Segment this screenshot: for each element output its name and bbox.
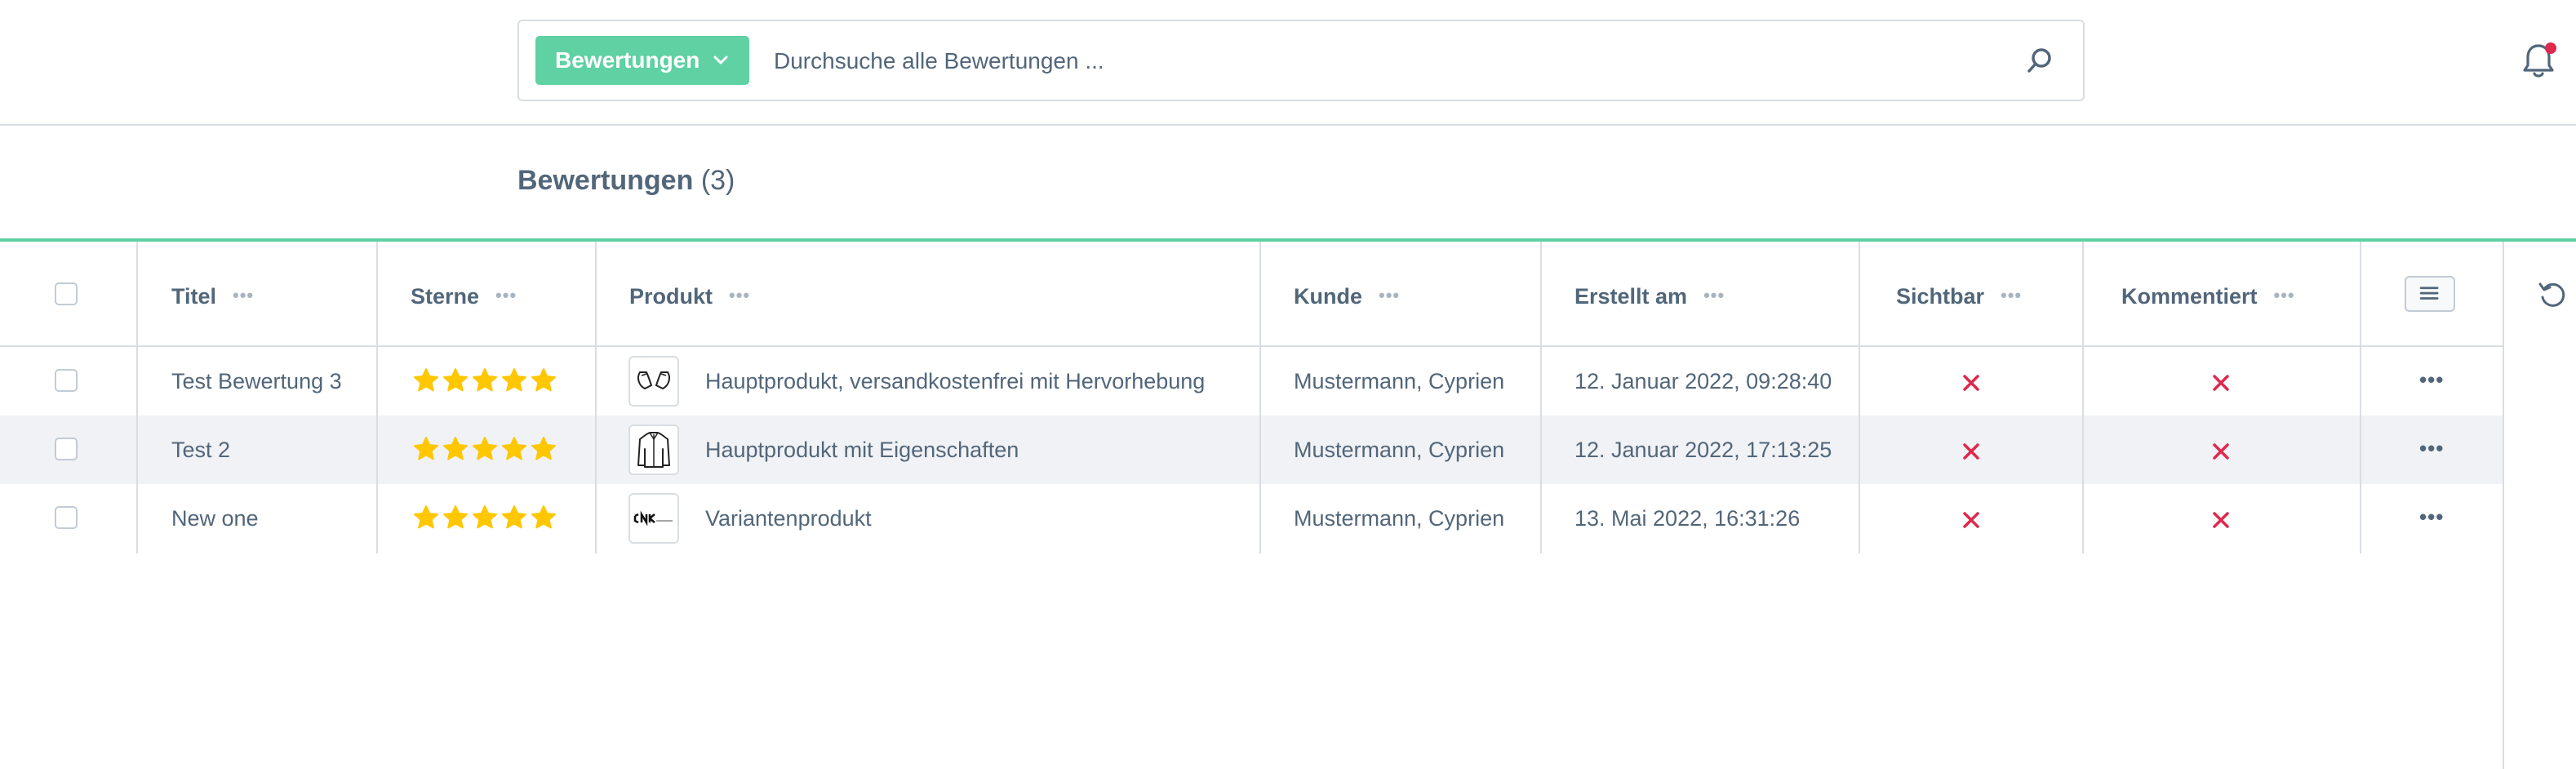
customer-name: Mustermann, Cyprien [1294, 506, 1505, 531]
product-thumbnail [628, 425, 679, 475]
global-search: Bewertungen [517, 20, 2085, 101]
row-title[interactable]: Test Bewertung 3 [171, 369, 342, 394]
column-menu-icon[interactable]: ••• [495, 286, 517, 304]
not-visible-x-icon [1963, 512, 1979, 528]
row-checkbox[interactable] [55, 369, 78, 392]
star-icon [531, 368, 556, 392]
grid-right-rail [2503, 242, 2504, 769]
column-menu-icon[interactable]: ••• [1703, 286, 1725, 304]
column-header-created[interactable]: Erstellt am ••• [1574, 284, 1725, 309]
grid-header-border [0, 345, 2503, 347]
star-icon [443, 368, 468, 392]
select-all-checkbox[interactable] [55, 282, 78, 305]
star-icon [473, 368, 497, 392]
search-icon[interactable] [2024, 46, 2055, 77]
column-header-stars[interactable]: Sterne ••• [411, 284, 517, 309]
column-menu-icon[interactable]: ••• [233, 286, 254, 304]
star-icon [414, 505, 438, 529]
column-divider [136, 242, 138, 553]
top-bar: Bewertungen [0, 0, 2576, 126]
column-divider [2082, 242, 2084, 553]
bell-icon[interactable] [2522, 41, 2558, 80]
customer-name: Mustermann, Cyprien [1294, 369, 1505, 393]
star-icon [502, 505, 526, 529]
star-icon [502, 437, 526, 460]
star-icon [473, 505, 497, 529]
search-input[interactable] [772, 36, 2000, 87]
star-icon [414, 368, 438, 392]
grid-top-border [0, 238, 2576, 242]
gloves-image [637, 371, 670, 390]
not-commented-x-icon [2213, 512, 2229, 528]
created-date: 12. Januar 2022, 17:13:25 [1574, 438, 1832, 462]
row-actions-icon[interactable]: ••• [2419, 369, 2444, 390]
column-divider [1259, 242, 1261, 553]
column-header-commented[interactable]: Kommentiert ••• [2121, 284, 2295, 309]
rating-stars [413, 436, 557, 462]
created-date: 13. Mai 2022, 16:31:26 [1574, 506, 1801, 531]
row-title[interactable]: New one [171, 506, 259, 531]
column-header-customer[interactable]: Kunde ••• [1294, 284, 1400, 309]
column-header-product[interactable]: Produkt ••• [629, 284, 750, 309]
column-menu-icon[interactable]: ••• [2274, 286, 2295, 304]
column-divider [1540, 242, 1542, 553]
star-icon [443, 437, 468, 460]
column-divider [1859, 242, 1860, 553]
row-actions-icon[interactable]: ••• [2419, 506, 2444, 527]
jacket-image [637, 432, 670, 468]
page-title-count: (3) [700, 165, 735, 196]
star-icon [531, 505, 556, 529]
undo-icon[interactable] [2537, 279, 2568, 310]
search-type-label: Bewertungen [555, 47, 700, 73]
row-stripe [0, 416, 2503, 484]
not-commented-x-icon [2213, 375, 2229, 391]
product-name[interactable]: Variantenprodukt [705, 506, 872, 531]
not-visible-x-icon [1963, 375, 1979, 391]
row-checkbox[interactable] [55, 438, 78, 460]
column-menu-icon[interactable]: ••• [729, 286, 750, 304]
not-visible-x-icon [1963, 443, 1979, 460]
product-thumbnail [628, 356, 679, 407]
notification-dot [2545, 42, 2556, 54]
not-commented-x-icon [2213, 443, 2229, 460]
star-icon [414, 437, 438, 460]
column-header-title[interactable]: Titel ••• [171, 284, 254, 309]
column-menu-icon[interactable]: ••• [1379, 286, 1400, 304]
created-date: 12. Januar 2022, 09:28:40 [1574, 369, 1832, 393]
star-icon [531, 437, 556, 460]
star-icon [443, 505, 468, 529]
product-name[interactable]: Hauptprodukt, versandkostenfrei mit Herv… [705, 369, 1205, 394]
star-icon [473, 437, 497, 460]
chevron-down-icon [713, 56, 728, 64]
column-divider [376, 242, 378, 553]
column-divider [2360, 242, 2361, 553]
customer-name: Mustermann, Cyprien [1294, 438, 1505, 462]
product-thumbnail [628, 493, 679, 544]
rating-stars [413, 505, 557, 531]
list-settings-icon [2419, 287, 2439, 300]
column-header-visible[interactable]: Sichtbar ••• [1896, 284, 2022, 309]
search-type-dropdown[interactable]: Bewertungen [535, 36, 749, 85]
row-actions-icon[interactable]: ••• [2419, 438, 2444, 459]
row-title[interactable]: Test 2 [171, 438, 230, 463]
column-settings-button[interactable] [2405, 276, 2455, 312]
page-title-text: Bewertungen [517, 165, 694, 196]
column-divider [595, 242, 597, 553]
brand-logo-image [633, 510, 674, 527]
rating-stars [413, 367, 557, 393]
row-checkbox[interactable] [55, 506, 78, 529]
product-name[interactable]: Hauptprodukt mit Eigenschaften [705, 438, 1019, 463]
star-icon [502, 368, 526, 392]
column-menu-icon[interactable]: ••• [2001, 286, 2022, 304]
page-title: Bewertungen (3) [517, 165, 735, 197]
